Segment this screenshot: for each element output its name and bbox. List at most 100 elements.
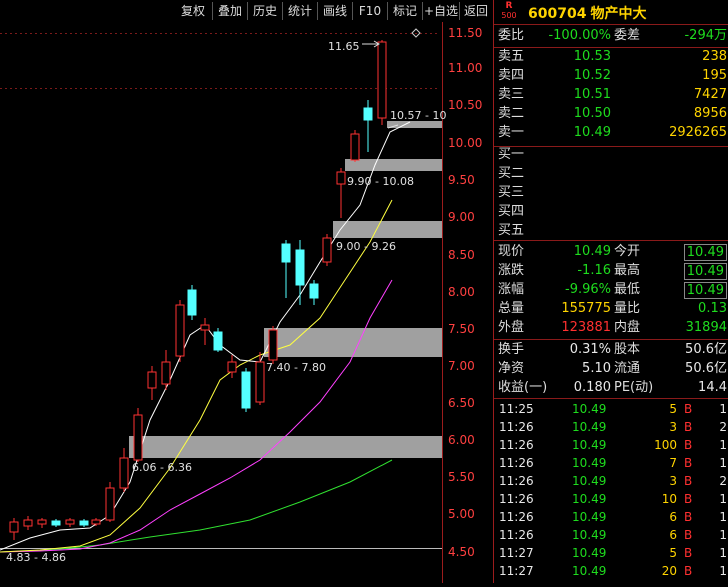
zone-rect-1: [387, 121, 442, 128]
tick-row[interactable]: 11:27 10.49 5 B 1: [494, 544, 728, 562]
price-axis-label: 4.50: [448, 545, 475, 559]
tick-volume: 5: [669, 546, 677, 560]
tick-volume: 20: [661, 564, 677, 578]
quote-panel: R 500 600704 物产中大 委比 -100.00% 委差 -294万 卖五…: [493, 0, 728, 583]
price-axis-label: 11.50: [448, 26, 483, 40]
bid-row[interactable]: 买四: [494, 203, 728, 221]
tick-count: 1: [719, 564, 727, 578]
tick-time: 11:26: [499, 420, 534, 434]
price-axis-label: 10.00: [448, 136, 483, 150]
fundamental-label: 收益(一): [498, 380, 548, 395]
ask-row[interactable]: 卖三 10.51 7427: [494, 86, 728, 104]
zone-rect-4: [264, 328, 442, 357]
mark-button[interactable]: 标记: [388, 2, 423, 20]
stat-label: 内盘: [614, 320, 641, 335]
bid-row[interactable]: 买五: [494, 222, 728, 240]
draw-line-button[interactable]: 画线: [318, 2, 353, 20]
stat-label: 涨幅: [498, 282, 525, 297]
candle-body: [79, 520, 89, 526]
ask-row[interactable]: 卖一 10.49 2926265: [494, 124, 728, 142]
ask-volume: 195: [702, 68, 727, 83]
candle-body: [105, 487, 115, 521]
price-axis-label: 7.00: [448, 359, 475, 373]
r500-badge: R 500: [497, 1, 521, 21]
candle-body: [175, 304, 185, 357]
tick-side: B: [684, 564, 693, 578]
f10-button[interactable]: F10: [353, 2, 388, 20]
stat-value: 10.49: [683, 244, 727, 261]
zone1-label: 10.57 - 10: [390, 109, 447, 122]
tick-volume: 3: [669, 474, 677, 488]
tick-row[interactable]: 11:25 10.49 5 B 1: [494, 400, 728, 418]
tick-row[interactable]: 11:26 10.49 6 B 1: [494, 526, 728, 544]
bid-row[interactable]: 买二: [494, 165, 728, 183]
ask-level-label: 卖四: [498, 68, 525, 83]
stat-row: 外盘 123881 内盘 31894: [494, 319, 728, 337]
bid-row[interactable]: 买一: [494, 146, 728, 164]
tick-volume: 6: [669, 528, 677, 542]
add-watchlist-button[interactable]: +自选: [423, 2, 460, 20]
stat-value: -1.16: [577, 263, 611, 278]
divider: [494, 24, 728, 25]
tick-count: 1: [719, 456, 727, 470]
ask-row[interactable]: 卖五 10.53 238: [494, 48, 728, 66]
tick-row[interactable]: 11:26 10.49 100 B 1: [494, 436, 728, 454]
weicha-label: 委差: [614, 28, 641, 43]
tick-row[interactable]: 11:27 10.49 20 B 1: [494, 562, 728, 580]
tick-count: 1: [719, 546, 727, 560]
ask-row[interactable]: 卖四 10.52 195: [494, 67, 728, 85]
fundamental-label: PE(动): [614, 380, 654, 395]
fundamental-value: 0.31%: [569, 342, 611, 357]
stat-label: 量比: [614, 301, 641, 316]
tick-count: 1: [719, 528, 727, 542]
tick-time: 11:27: [499, 564, 534, 578]
weicha-value: -294万: [684, 28, 727, 43]
candle-body: [336, 171, 346, 185]
tick-price: 10.49: [572, 456, 607, 470]
tick-row[interactable]: 11:26 10.49 10 B 1: [494, 490, 728, 508]
price-axis-label: 6.50: [448, 396, 475, 410]
r-badge-letter: R: [505, 1, 513, 11]
ask-row[interactable]: 卖二 10.50 8956: [494, 105, 728, 123]
weibi-value: -100.00%: [548, 28, 611, 43]
stock-name: 物产中大: [590, 6, 647, 22]
tick-volume: 6: [669, 510, 677, 524]
candle-body: [281, 243, 291, 263]
tick-row[interactable]: 11:26 10.49 6 B 1: [494, 508, 728, 526]
tick-volume: 10: [661, 492, 677, 506]
overlay-button[interactable]: 叠加: [213, 2, 248, 20]
tick-row[interactable]: 11:26 10.49 3 B 2: [494, 472, 728, 490]
tick-row[interactable]: 11:26 10.49 7 B 1: [494, 454, 728, 472]
zone-rect-2: [345, 159, 442, 171]
zone5-label: 6.06 - 6.36: [132, 461, 192, 474]
candle-body: [23, 519, 33, 527]
ask-price: 10.51: [573, 87, 611, 102]
high-label: 11.65: [328, 40, 360, 53]
history-button[interactable]: 历史: [248, 2, 283, 20]
fundamental-value: 50.6亿: [685, 361, 727, 376]
tick-count: 2: [719, 420, 727, 434]
tick-price: 10.49: [572, 438, 607, 452]
fuquan-button[interactable]: 复权: [174, 2, 213, 20]
candle-body: [65, 519, 75, 525]
statistics-button[interactable]: 统计: [283, 2, 318, 20]
bid-level-label: 买四: [498, 204, 525, 219]
stat-value: 31894: [685, 320, 727, 335]
tick-side: B: [684, 456, 693, 470]
bid-level-label: 买二: [498, 166, 525, 181]
stat-row: 总量 155775 量比 0.13: [494, 300, 728, 318]
stock-title[interactable]: 600704 物产中大: [528, 3, 646, 23]
stat-value: 0.13: [698, 301, 727, 316]
tick-side: B: [684, 474, 693, 488]
divider: [494, 398, 728, 399]
kline-chart-area[interactable]: 11.65 10.57 - 10 9.90 - 10.08 9.00 - 9.2…: [0, 22, 492, 583]
candle-body: [309, 283, 319, 299]
candle-body: [363, 107, 373, 121]
tick-row[interactable]: 11:26 10.49 3 B 2: [494, 418, 728, 436]
tick-time: 11:26: [499, 528, 534, 542]
fundamental-value: 50.6亿: [685, 342, 727, 357]
tick-price: 10.49: [572, 564, 607, 578]
ma10-line: [0, 199, 393, 553]
bid-row[interactable]: 买三: [494, 184, 728, 202]
back-button[interactable]: 返回: [460, 2, 492, 20]
